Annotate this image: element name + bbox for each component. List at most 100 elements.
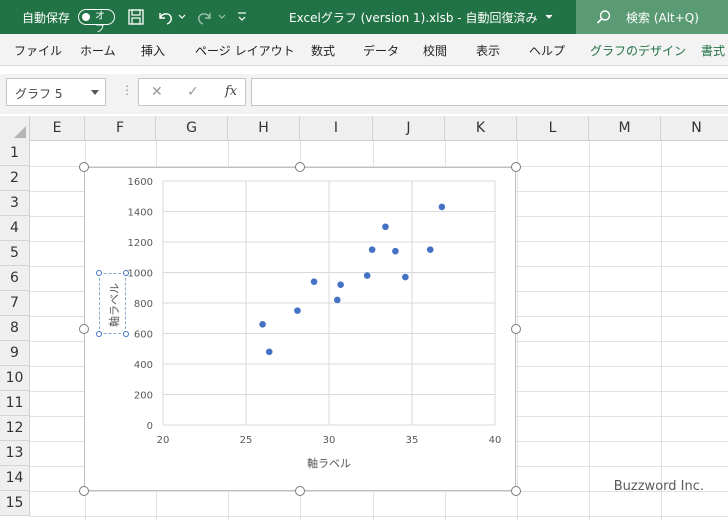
column-header-l[interactable]: L xyxy=(517,116,589,141)
column-header-n[interactable]: N xyxy=(661,116,728,141)
name-box[interactable]: グラフ 5 xyxy=(6,78,106,106)
title-handle-top-right[interactable] xyxy=(123,270,129,276)
tab-file[interactable]: ファイル xyxy=(14,42,62,59)
row-header-13[interactable]: 13 xyxy=(0,441,30,466)
row-header-1[interactable]: 1 xyxy=(0,141,30,166)
row-header-2[interactable]: 2 xyxy=(0,166,30,191)
tab-review[interactable]: 校閲 xyxy=(423,42,447,59)
cancel-icon[interactable]: ✕ xyxy=(151,84,163,100)
column-header-m[interactable]: M xyxy=(589,116,661,141)
y-tick-label: 0 xyxy=(147,421,153,432)
tab-help[interactable]: ヘルプ xyxy=(529,42,565,59)
undo-icon[interactable] xyxy=(156,8,174,26)
chart-handle-left[interactable] xyxy=(79,324,89,334)
save-icon[interactable] xyxy=(127,8,145,26)
y-axis-title-selection[interactable]: 軸ラベル xyxy=(96,270,129,337)
y-tick-label: 1000 xyxy=(128,269,153,280)
row-header-12[interactable]: 12 xyxy=(0,416,30,441)
row-header-14[interactable]: 14 xyxy=(0,466,30,491)
column-header-h[interactable]: H xyxy=(228,116,300,141)
select-all-button[interactable] xyxy=(0,116,30,141)
x-axis-title[interactable]: 軸ラベル xyxy=(307,456,351,470)
tab-format[interactable]: 書式 xyxy=(701,42,725,59)
row-header-11[interactable]: 11 xyxy=(0,391,30,416)
data-point[interactable] xyxy=(334,296,341,304)
enter-icon[interactable]: ✓ xyxy=(187,84,199,100)
tab-insert[interactable]: 挿入 xyxy=(141,42,165,59)
y-axis-title[interactable]: 軸ラベル xyxy=(106,283,122,327)
filename-dropdown-icon xyxy=(545,14,553,19)
row-header-4[interactable]: 4 xyxy=(0,216,30,241)
undo-dropdown-icon[interactable] xyxy=(178,10,186,28)
search-box[interactable]: 検索 (Alt+Q) xyxy=(576,0,728,34)
row-header-6[interactable]: 6 xyxy=(0,266,30,291)
data-point[interactable] xyxy=(337,281,344,288)
scatter-chart[interactable]: 0 200 400 600 800 1000 1200 1400 1600 20 25 30 35 40… xyxy=(79,162,521,496)
formula-bar-grip-icon[interactable]: ⋮ xyxy=(121,83,133,97)
row-header-3[interactable]: 3 xyxy=(0,191,30,216)
data-point[interactable] xyxy=(363,272,371,279)
column-header-g[interactable]: G xyxy=(156,116,228,141)
chart-handle-top[interactable] xyxy=(295,162,305,172)
data-point[interactable] xyxy=(438,203,446,211)
data-point[interactable] xyxy=(426,246,434,253)
redo-icon[interactable] xyxy=(196,8,214,26)
x-tick-label: 20 xyxy=(157,435,170,446)
data-point[interactable] xyxy=(392,247,399,255)
window-title[interactable]: Excelグラフ (version 1).xlsb - 自動回復済み xyxy=(289,9,553,26)
column-header-j[interactable]: J xyxy=(373,116,445,141)
row-header-5[interactable]: 5 xyxy=(0,241,30,266)
row-header-9[interactable]: 9 xyxy=(0,341,30,366)
x-tick-label: 25 xyxy=(240,435,253,446)
y-tick-label: 200 xyxy=(134,391,153,402)
worksheet[interactable]: E F G H I J K L M N 1 2 3 4 5 6 7 8 9 10… xyxy=(0,116,728,520)
row-header-7[interactable]: 7 xyxy=(0,291,30,316)
formula-bar: グラフ 5 ⋮ ✕ ✓ fx xyxy=(0,74,728,114)
insert-function-icon[interactable]: fx xyxy=(225,84,237,99)
column-header-k[interactable]: K xyxy=(445,116,517,141)
data-point[interactable] xyxy=(402,273,409,281)
title-handle-top-left[interactable] xyxy=(96,270,102,276)
chart-handle-top-right[interactable] xyxy=(511,162,521,172)
formula-input[interactable] xyxy=(251,78,728,106)
formula-buttons: ✕ ✓ fx xyxy=(138,78,246,106)
chart-handle-top-left[interactable] xyxy=(79,162,89,172)
name-box-dropdown-icon[interactable] xyxy=(91,90,99,95)
tab-formulas[interactable]: 数式 xyxy=(311,42,335,59)
data-points xyxy=(259,203,446,356)
tab-page-layout[interactable]: ページ レイアウト xyxy=(195,42,295,59)
data-point[interactable] xyxy=(382,223,389,231)
file-name: Excelグラフ (version 1).xlsb - 自動回復済み xyxy=(289,11,538,25)
tab-data[interactable]: データ xyxy=(363,42,399,59)
column-header-i[interactable]: I xyxy=(300,116,373,141)
title-handle-bottom-left[interactable] xyxy=(96,331,102,337)
data-point[interactable] xyxy=(294,307,301,314)
data-point[interactable] xyxy=(259,321,266,328)
data-point[interactable] xyxy=(368,246,376,253)
ribbon-spacer xyxy=(0,66,728,74)
y-axis-ticks: 0 200 400 600 800 1000 1200 1400 1600 xyxy=(128,177,153,432)
column-header-f[interactable]: F xyxy=(85,116,156,141)
select-all-icon xyxy=(14,126,26,138)
redo-dropdown-icon[interactable] xyxy=(218,10,226,28)
chart-handle-bottom-right[interactable] xyxy=(511,486,521,496)
tab-chart-design[interactable]: グラフのデザイン xyxy=(590,42,686,59)
tab-home[interactable]: ホーム xyxy=(80,42,116,59)
row-header-15[interactable]: 15 xyxy=(0,491,30,516)
column-header-e[interactable]: E xyxy=(30,116,85,141)
chart-handle-bottom-left[interactable] xyxy=(79,486,89,496)
chart-handle-bottom[interactable] xyxy=(295,486,305,496)
autosave-toggle[interactable]: オフ xyxy=(78,9,115,35)
y-axis-title-wrap: 軸ラベル xyxy=(100,274,127,335)
row-header-10[interactable]: 10 xyxy=(0,366,30,391)
title-handle-bottom-right[interactable] xyxy=(123,331,129,337)
chart-handle-right[interactable] xyxy=(511,324,521,334)
data-point[interactable] xyxy=(310,278,318,285)
search-label: 検索 (Alt+Q) xyxy=(626,11,699,25)
tab-view[interactable]: 表示 xyxy=(476,42,500,59)
data-point[interactable] xyxy=(265,348,273,356)
row-header-8[interactable]: 8 xyxy=(0,316,30,341)
customize-toolbar-icon[interactable] xyxy=(237,10,247,28)
y-tick-label: 600 xyxy=(134,330,153,341)
grid-line xyxy=(30,516,728,517)
